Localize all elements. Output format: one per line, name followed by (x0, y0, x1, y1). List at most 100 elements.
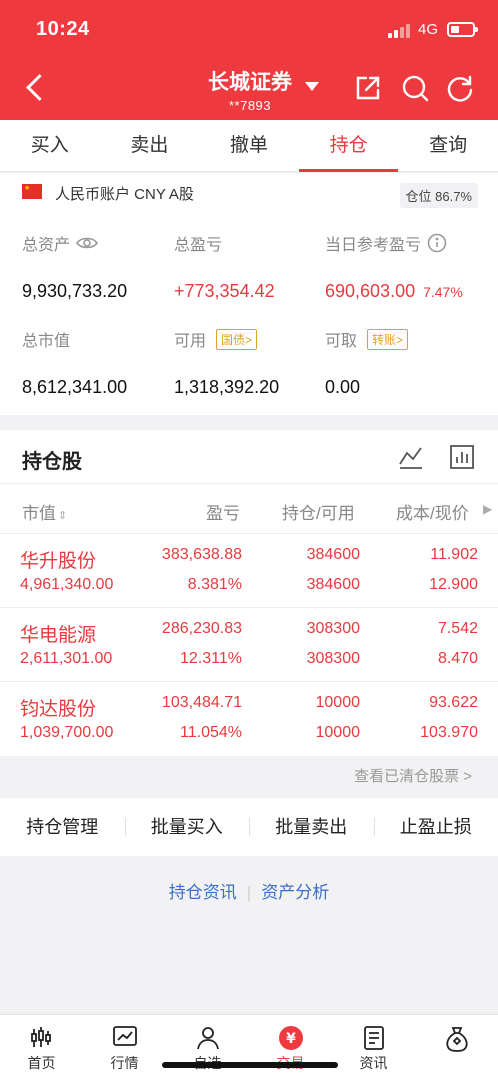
stock-name: 华升股份 (20, 551, 97, 572)
stock-name: 钧达股份 (20, 699, 97, 720)
stock-available: 10000 (315, 724, 361, 741)
holdings-section: 持仓股 市值 ⇕ 盈亏 持仓/可用 成本/现价 ▶ 华升股份 4,961,340.… (0, 430, 498, 756)
share-icon[interactable] (354, 74, 382, 102)
total-pnl-label: 总盈亏 (174, 237, 223, 254)
stock-price: 12.900 (429, 576, 478, 593)
info-links: 持仓资讯 | 资产分析 (0, 878, 498, 903)
stop-profit-loss-button[interactable]: 止盈止损 (373, 798, 498, 856)
position-ratio-badge: 仓位 86.7% (399, 183, 478, 208)
stock-position: 10000 (315, 694, 361, 711)
market-value-cell: 总市值 8,612,341.00 (22, 327, 127, 398)
network-label: 4G (418, 21, 439, 38)
battery-icon (447, 22, 478, 37)
home-indicator (162, 1062, 338, 1068)
transfer-button[interactable]: 转账> (367, 328, 409, 350)
holdings-news-link[interactable]: 持仓资讯 (169, 883, 237, 902)
today-pnl-label: 当日参考盈亏 (325, 237, 422, 254)
stock-available: 384600 (306, 576, 360, 593)
today-pnl-value: 690,603.00 (325, 281, 416, 301)
market-value-value: 8,612,341.00 (22, 377, 128, 397)
tabbar-wealth[interactable] (415, 1015, 498, 1080)
today-pnl-cell: 当日参考盈亏 690,603.00 7.47% (325, 231, 463, 302)
yuan-icon: ¥ (278, 1026, 303, 1050)
col-market-value[interactable]: 市值 ⇕ (22, 499, 67, 524)
tab-cancel[interactable]: 撤单 (199, 120, 299, 171)
signal-icon (388, 22, 414, 38)
holding-row[interactable]: 华升股份 4,961,340.00 383,638.88 8.381% 3846… (0, 534, 498, 608)
batch-sell-button[interactable]: 批量卖出 (249, 798, 374, 856)
asset-summary: 总资产 9,930,733.20 总盈亏 +773,354.42 当日参考盈亏 … (0, 213, 498, 415)
tabbar-home[interactable]: 首页 (0, 1015, 83, 1080)
total-assets-value: 9,930,733.20 (22, 281, 128, 301)
chevron-down-icon[interactable] (305, 82, 319, 91)
available-cell: 可用 国债> 1,318,392.20 (174, 327, 279, 398)
holding-row[interactable]: 钧达股份 1,039,700.00 103,484.71 11.054% 100… (0, 682, 498, 756)
back-button[interactable] (24, 72, 46, 102)
trend-chart-icon[interactable] (398, 444, 424, 470)
bar-chart-icon[interactable] (449, 444, 475, 470)
money-bag-icon (445, 1027, 468, 1052)
info-icon[interactable] (427, 233, 447, 253)
holdings-header: 持仓股 (0, 430, 498, 484)
tabbar-watchlist[interactable]: 自选 (166, 1015, 249, 1080)
stock-position: 308300 (306, 620, 360, 637)
document-icon (363, 1026, 384, 1050)
today-pnl-percent: 7.47% (423, 284, 463, 300)
stock-available: 308300 (306, 650, 360, 667)
stock-cost: 11.902 (430, 546, 478, 563)
tabbar-market-label: 行情 (110, 1055, 139, 1071)
withdrawable-label: 可取 (325, 333, 358, 350)
china-flag-icon (22, 184, 42, 199)
stock-pnl-percent: 12.311% (180, 650, 242, 667)
tab-sell[interactable]: 卖出 (100, 120, 200, 171)
view-cleared-stocks-link[interactable]: 查看已清仓股票 > (0, 756, 498, 798)
broker-title: 长城证券 (208, 71, 292, 94)
withdrawable-value: 0.00 (325, 377, 361, 397)
holdings-title: 持仓股 (22, 451, 82, 473)
tabbar-trade[interactable]: ¥ 交易 (249, 1015, 332, 1080)
total-pnl-value: +773,354.42 (174, 281, 275, 301)
stock-pnl: 286,230.83 (161, 620, 242, 637)
col-position: 持仓/可用 (282, 504, 355, 523)
col-pnl: 盈亏 (206, 504, 240, 523)
position-management-button[interactable]: 持仓管理 (0, 798, 125, 856)
stock-market-value: 2,611,301.00 (20, 650, 113, 667)
tabbar-news-label: 资讯 (359, 1055, 388, 1071)
user-icon (196, 1027, 219, 1050)
chevron-right-icon[interactable]: ▶ (483, 502, 492, 516)
tabbar-news[interactable]: 资讯 (332, 1015, 415, 1080)
tab-query[interactable]: 查询 (398, 120, 498, 171)
available-value: 1,318,392.20 (174, 377, 280, 397)
stock-pnl-percent: 11.054% (180, 724, 242, 741)
stock-market-value: 4,961,340.00 (20, 576, 114, 593)
holdings-actions: 持仓管理 批量买入 批量卖出 止盈止损 (0, 798, 498, 856)
stock-market-value: 1,039,700.00 (20, 724, 114, 741)
refresh-icon[interactable] (446, 74, 474, 102)
eye-icon[interactable] (76, 236, 98, 250)
account-bar: 人民币账户 CNY A股 仓位 86.7% (0, 173, 498, 213)
stock-price: 8.470 (437, 650, 478, 667)
status-bar: 10:24 4G (0, 18, 498, 44)
account-type: 人民币账户 CNY A股 (55, 186, 194, 203)
total-assets-cell: 总资产 9,930,733.20 (22, 231, 127, 302)
sort-icon[interactable]: ⇕ (58, 510, 67, 522)
tabbar-home-label: 首页 (27, 1055, 56, 1071)
market-value-label: 总市值 (22, 333, 71, 350)
stock-pnl: 103,484.71 (161, 694, 242, 711)
tabbar-market[interactable]: 行情 (83, 1015, 166, 1080)
stock-price: 103.970 (420, 724, 478, 741)
bottom-tab-bar: 首页 行情 自选 ¥ 交易 资讯 (0, 1014, 498, 1080)
asset-analysis-link[interactable]: 资产分析 (261, 883, 329, 902)
holding-row[interactable]: 华电能源 2,611,301.00 286,230.83 12.311% 308… (0, 608, 498, 682)
batch-buy-button[interactable]: 批量买入 (124, 798, 250, 856)
col-cost-price: 成本/现价 (396, 504, 469, 523)
tab-holdings[interactable]: 持仓 (298, 120, 399, 172)
account-number: **7893 (228, 98, 272, 113)
stock-cost: 7.542 (437, 620, 478, 637)
tab-buy[interactable]: 买入 (0, 120, 100, 171)
search-icon[interactable] (401, 74, 429, 102)
total-pnl-cell: 总盈亏 +773,354.42 (174, 231, 275, 302)
stock-name: 华电能源 (20, 625, 97, 646)
available-label: 可用 (174, 333, 207, 350)
bond-button[interactable]: 国债> (216, 328, 258, 350)
